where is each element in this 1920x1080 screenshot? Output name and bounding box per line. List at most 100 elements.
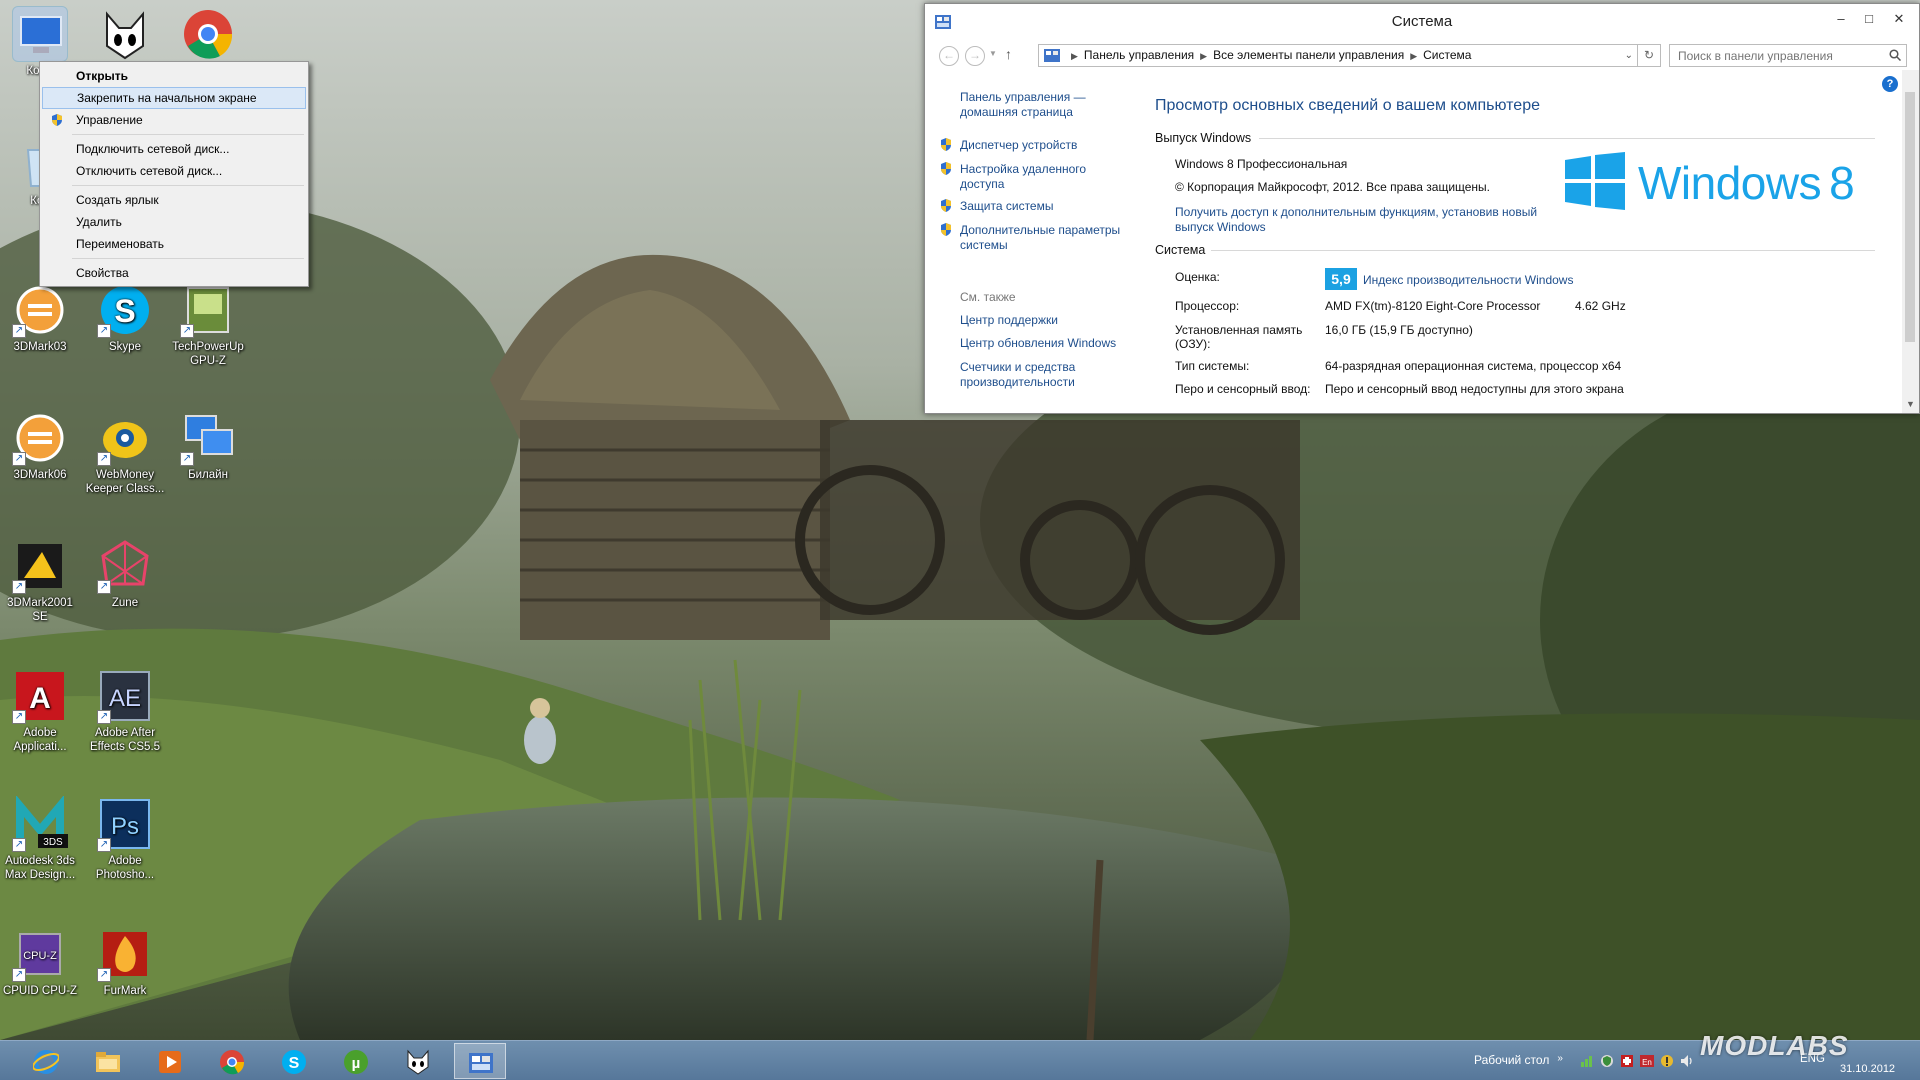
window-titlebar[interactable]: Система – □ ✕ xyxy=(925,4,1919,40)
up-arrow-icon[interactable]: ↑ xyxy=(1005,46,1012,62)
forward-button[interactable]: → xyxy=(965,46,985,66)
taskbar-utorrent[interactable]: µ xyxy=(330,1043,382,1079)
svg-text:A: A xyxy=(29,682,51,715)
refresh-button[interactable]: ↻ xyxy=(1638,44,1661,67)
desktop-icon-foobar[interactable] xyxy=(85,6,165,64)
see-also-heading: См. также xyxy=(960,290,1016,304)
rating-badge[interactable]: 5,9 xyxy=(1325,268,1357,290)
scrollbar-thumb[interactable] xyxy=(1905,92,1915,342)
help-icon[interactable]: ? xyxy=(1882,76,1898,92)
cpu-label: Процессор: xyxy=(1175,299,1240,313)
menu-item-rename[interactable]: Переименовать xyxy=(42,233,306,255)
watermark: MODLABS xyxy=(1700,1030,1849,1070)
logo-version: 8 xyxy=(1829,157,1855,209)
maximize-button[interactable]: □ xyxy=(1855,9,1883,29)
menu-item-label: Закрепить на начальном экране xyxy=(77,91,257,105)
menu-item-create-shortcut[interactable]: Создать ярлык xyxy=(42,189,306,211)
vertical-scrollbar[interactable]: ▼ xyxy=(1902,70,1919,413)
close-button[interactable]: ✕ xyxy=(1885,9,1913,29)
taskbar-file-explorer[interactable] xyxy=(82,1043,134,1079)
desktop-icon-furmark[interactable]: ↗ FurMark xyxy=(85,926,165,998)
menu-item-map-network-drive[interactable]: Подключить сетевой диск... xyxy=(42,138,306,160)
keyboard-layout-icon[interactable]: En xyxy=(1640,1054,1654,1068)
svg-text:µ: µ xyxy=(352,1055,361,1072)
taskbar-foobar[interactable] xyxy=(392,1043,444,1079)
menu-item-open[interactable]: Открыть xyxy=(42,65,306,87)
minimize-button[interactable]: – xyxy=(1827,9,1855,29)
upgrade-windows-link[interactable]: Получить доступ к дополнительным функция… xyxy=(1175,205,1555,235)
desktop-icon-3dmark03[interactable]: ↗ 3DMark03 xyxy=(0,282,80,354)
shield-tray-icon[interactable] xyxy=(1600,1054,1614,1068)
desktop-icon-cpuz[interactable]: CPU-Z ↗ CPUID CPU-Z xyxy=(0,926,80,998)
taskbar-control-panel[interactable] xyxy=(454,1043,506,1079)
menu-item-delete[interactable]: Удалить xyxy=(42,211,306,233)
desktop-icon-label: 3DMark2001 SE xyxy=(7,597,73,623)
shortcut-arrow-icon: ↗ xyxy=(180,452,194,466)
svg-text:Ps: Ps xyxy=(111,813,139,840)
desktop-icon-3dmark06[interactable]: ↗ 3DMark06 xyxy=(0,410,80,482)
menu-item-disconnect-network-drive[interactable]: Отключить сетевой диск... xyxy=(42,160,306,182)
performance-index-link[interactable]: Индекс производительности Windows xyxy=(1363,273,1573,287)
windows-edition: Windows 8 Профессиональная xyxy=(1175,157,1348,171)
gpuz-icon: ↗ xyxy=(180,282,236,338)
cpuz-icon: CPU-Z ↗ xyxy=(12,926,68,982)
foobar-icon xyxy=(97,6,153,62)
desktop-icon-3dmark2001[interactable]: ↗ 3DMark2001 SE xyxy=(0,538,80,624)
back-button[interactable]: ← xyxy=(939,46,959,66)
recent-pages-icon[interactable]: ▼ xyxy=(989,49,997,58)
desktop-icon-gpuz[interactable]: ↗ TechPowerUp GPU-Z xyxy=(168,282,248,368)
search-icon[interactable] xyxy=(1889,49,1901,61)
desktop-toolbar[interactable]: Рабочий стол » xyxy=(1474,1053,1563,1067)
menu-item-manage[interactable]: Управление xyxy=(42,109,306,131)
taskbar-media-player[interactable] xyxy=(144,1043,196,1079)
photoshop-icon: Ps ↗ xyxy=(97,796,153,852)
skype-icon: S ↗ xyxy=(97,282,153,338)
antivirus-tray-icon[interactable] xyxy=(1620,1054,1634,1068)
network-tray-icon[interactable] xyxy=(1580,1054,1594,1068)
desktop-icon-label: Adobe After Effects CS5.5 xyxy=(89,727,161,753)
address-field[interactable]: ▶ Панель управления ▶ Все элементы панели у… xyxy=(1038,44,1638,67)
desktop-icon-adobe-app-manager[interactable]: A ↗ Adobe Applicati... xyxy=(0,668,80,754)
device-manager-link[interactable]: Диспетчер устройств xyxy=(960,138,1140,153)
action-center-link[interactable]: Центр поддержки xyxy=(960,313,1140,328)
desktop-icon-label: FurMark xyxy=(103,985,147,997)
desktop-icon-label: Autodesk 3ds Max Design... xyxy=(4,855,76,881)
warning-tray-icon[interactable] xyxy=(1660,1054,1674,1068)
windows-update-link[interactable]: Центр обновления Windows xyxy=(960,336,1140,351)
scroll-down-arrow-icon[interactable]: ▼ xyxy=(1902,396,1919,413)
chevron-down-icon[interactable]: ⌄ xyxy=(1625,45,1633,66)
desktop-icon-label: Zune xyxy=(111,597,139,609)
desktop-icon-beeline[interactable]: ↗ Билайн xyxy=(168,410,248,482)
breadcrumb-all-items[interactable]: Все элементы панели управления xyxy=(1213,48,1404,62)
desktop-icon-skype[interactable]: S ↗ Skype xyxy=(85,282,165,354)
system-protection-link[interactable]: Защита системы xyxy=(960,199,1140,214)
desktop-icon-after-effects[interactable]: AE ↗ Adobe After Effects CS5.5 xyxy=(85,668,165,754)
svg-text:AE: AE xyxy=(109,685,141,712)
menu-item-label: Переименовать xyxy=(76,237,164,251)
advanced-settings-link[interactable]: Дополнительные параметры системы xyxy=(960,223,1140,253)
menu-item-pin-to-start[interactable]: Закрепить на начальном экране xyxy=(42,87,306,109)
performance-tools-link[interactable]: Счетчики и средства производительности xyxy=(960,360,1110,390)
taskbar-skype[interactable]: S xyxy=(268,1043,320,1079)
control-panel-home-link[interactable]: Панель управления — домашняя страница xyxy=(960,90,1140,120)
menu-item-properties[interactable]: Свойства xyxy=(42,262,306,284)
search-input[interactable] xyxy=(1669,44,1907,67)
svg-text:S: S xyxy=(289,1055,300,1072)
menu-separator xyxy=(72,134,304,135)
desktop-icon-photoshop[interactable]: Ps ↗ Adobe Photosho... xyxy=(85,796,165,882)
taskbar-internet-explorer[interactable] xyxy=(20,1043,72,1079)
breadcrumb-system[interactable]: Система xyxy=(1423,48,1471,62)
taskbar-chrome[interactable] xyxy=(206,1043,258,1079)
cpu-frequency: 4.62 GHz xyxy=(1575,299,1626,313)
desktop-icon-3ds-max[interactable]: 3DS ↗ Autodesk 3ds Max Design... xyxy=(0,794,80,882)
remote-settings-link[interactable]: Настройка удаленного доступа xyxy=(960,162,1110,192)
chevron-right-icon: ▶ xyxy=(1200,51,1208,61)
speaker-icon[interactable] xyxy=(1680,1054,1694,1068)
breadcrumb-control-panel[interactable]: Панель управления xyxy=(1084,48,1194,62)
desktop-icon-zune[interactable]: ↗ Zune xyxy=(85,538,165,610)
shortcut-arrow-icon: ↗ xyxy=(12,324,26,338)
desktop-icon-chrome[interactable] xyxy=(168,6,248,64)
desktop-icon-webmoney[interactable]: ↗ WebMoney Keeper Class... xyxy=(85,410,165,496)
chrome-icon xyxy=(180,6,236,62)
pen-touch-value: Перо и сенсорный ввод недоступны для это… xyxy=(1325,382,1624,396)
